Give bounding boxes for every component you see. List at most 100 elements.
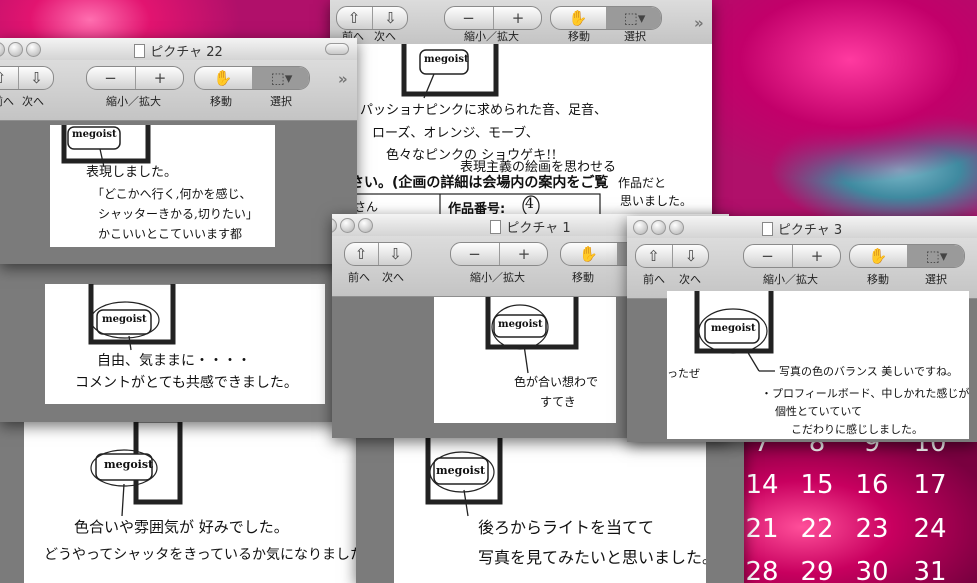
zoom-group: − +: [444, 6, 542, 30]
preview-window-3[interactable]: ピクチャ 3 ⇧ ⇩ 前へ 次へ − + 縮小／拡大 ✋ ⬚▾ 移動 選択 me…: [627, 216, 977, 442]
prev-next-group: ⇧ ⇩: [336, 6, 408, 30]
calendar-day[interactable]: 14: [742, 467, 782, 503]
overflow-chevron-icon[interactable]: »: [694, 14, 704, 32]
logo-text: megoist: [498, 319, 543, 330]
calendar-day[interactable]: 22: [797, 511, 837, 547]
calendar-day[interactable]: 24: [910, 511, 950, 547]
hand-icon: ✋: [579, 245, 598, 263]
handwritten-note: パッショナピンクに求められた音、足音、: [360, 103, 608, 118]
move-label: 移動: [210, 95, 232, 108]
tool-group: ✋ ⬚▾: [550, 6, 662, 30]
prev-button[interactable]: ⇧: [345, 243, 377, 265]
toolbar-toggle-button[interactable]: [325, 43, 349, 55]
calendar-day[interactable]: 31: [910, 554, 950, 583]
zoom-in-button[interactable]: +: [792, 245, 840, 267]
prev-next-group: ⇧ ⇩: [0, 66, 54, 90]
document-icon: [490, 220, 502, 234]
prev-button[interactable]: ⇧: [337, 7, 371, 29]
zoom-in-button[interactable]: +: [493, 7, 541, 29]
move-tool-button[interactable]: ✋: [561, 243, 616, 265]
select-label: 選択: [925, 273, 947, 286]
handwritten-note: 作品だと: [618, 176, 667, 190]
next-label: 次へ: [679, 273, 701, 286]
handwritten-note: 「どこかへ行く,何かを感じ、: [92, 187, 252, 201]
next-button[interactable]: ⇩: [372, 7, 407, 29]
move-label: 移動: [867, 273, 889, 286]
arrow-down-icon: ⇩: [30, 69, 43, 87]
image-area: megoist 後ろからライトを当てて 写真を見てみたいと思いました。: [356, 418, 744, 583]
handwritten-note: 自由、気ままに・・・・: [97, 353, 251, 369]
calendar-day[interactable]: 28: [742, 554, 782, 583]
zoom-label: 縮小／拡大: [763, 273, 818, 286]
next-button[interactable]: ⇩: [18, 67, 53, 89]
next-button[interactable]: ⇩: [378, 243, 411, 265]
move-tool-button[interactable]: ✋: [195, 67, 251, 89]
move-label: 移動: [568, 30, 590, 43]
tool-group: ✋ ⬚▾: [194, 66, 310, 90]
logo-text: megoist: [711, 323, 756, 334]
calendar-row: 14 15 16 17: [742, 467, 977, 503]
zoom-out-button[interactable]: −: [744, 245, 791, 267]
arrow-up-icon: ⇧: [0, 69, 6, 87]
calendar-day[interactable]: 17: [910, 467, 950, 503]
calendar-day[interactable]: 16: [852, 467, 892, 503]
zoom-out-button[interactable]: −: [87, 67, 134, 89]
preview-window-22[interactable]: ピクチャ 22 ⇧ ⇩ 前へ 次へ − + 縮小／拡大 ✋ ⬚▾ 移動 選択 »: [0, 38, 357, 264]
arrow-up-icon: ⇧: [647, 247, 660, 265]
calendar-row: 21 22 23 24: [742, 511, 977, 547]
move-tool-button[interactable]: ✋: [850, 245, 906, 267]
marquee-select-icon: ⬚▾: [270, 69, 293, 87]
comment-card-photo: megoist 色合いや雰囲気が 好みでした。 どうやってシャッタをきっているか…: [24, 420, 357, 583]
zoom-in-button[interactable]: +: [499, 243, 547, 265]
select-tool-button[interactable]: ⬚▾: [252, 67, 309, 89]
titlebar[interactable]: ピクチャ 3: [627, 216, 977, 239]
prev-button[interactable]: ⇧: [636, 245, 671, 267]
arrow-down-icon: ⇩: [389, 245, 402, 263]
image-area: megoist パッショナピンクに求められた音、足音、 ローズ、オレンジ、モーブ…: [330, 44, 712, 232]
calendar-widget: 7 8 9 10 14 15 16 17 21 22 23 24 28 29 3…: [742, 437, 977, 583]
zoom-in-button[interactable]: +: [135, 67, 183, 89]
preview-window-top[interactable]: ⇧ ⇩ 前へ 次へ − + 縮小／拡大 ✋ ⬚▾ 移動 選択 » megoist…: [330, 0, 712, 232]
printed-instruction: ださい。(企画の詳細は会場内の案内をご覧: [336, 175, 609, 191]
preview-window-middle-left[interactable]: megoist 自由、気ままに・・・・ コメントがとても共感できました。: [0, 264, 340, 422]
zoom-out-button[interactable]: −: [451, 243, 498, 265]
prev-label: 前へ: [348, 271, 370, 284]
card-drawing: [485, 297, 579, 374]
next-button[interactable]: ⇩: [672, 245, 708, 267]
handwritten-note: 写真の色のバランス 美しいですね。: [779, 365, 958, 378]
desktop: 7 8 9 10 14 15 16 17 21 22 23 24 28 29 3…: [0, 0, 977, 583]
select-tool-button[interactable]: ⬚▾: [606, 7, 661, 29]
window-title: ピクチャ 22: [0, 41, 357, 60]
comment-card-photo: megoist ったぜ 写真の色のバランス 美しいですね。 ・プロフィールボード…: [667, 291, 969, 439]
preview-window-bottom-middle[interactable]: megoist 後ろからライトを当てて 写真を見てみたいと思いました。: [356, 418, 744, 583]
handwritten-note: ローズ、オレンジ、モーブ、: [372, 126, 539, 141]
zoom-label: 縮小／拡大: [464, 30, 519, 43]
handwritten-note: 個性とていていて: [775, 405, 863, 418]
calendar-day[interactable]: 21: [742, 511, 782, 547]
window-title: ピクチャ 3: [627, 219, 977, 238]
calendar-day[interactable]: 23: [852, 511, 892, 547]
prev-next-group: ⇧ ⇩: [344, 242, 412, 266]
hand-icon: ✋: [568, 9, 588, 27]
next-label: 次へ: [374, 30, 396, 43]
image-area: megoist 表現しました。 「どこかへ行く,何かを感じ、 シャッターきかる,…: [0, 121, 357, 264]
overflow-chevron-icon[interactable]: »: [338, 70, 348, 88]
move-tool-button[interactable]: ✋: [551, 7, 605, 29]
toolbar: ⇧ ⇩ 前へ 次へ − + 縮小／拡大 ✋ ⬚▾ 移動 選択 »: [0, 60, 357, 121]
prev-button[interactable]: ⇧: [0, 67, 17, 89]
calendar-day[interactable]: 29: [797, 554, 837, 583]
toolbar: ⇧ ⇩ 前へ 次へ − + 縮小／拡大 ✋ ⬚▾ 移動 選択 »: [330, 0, 712, 45]
calendar-day[interactable]: 15: [797, 467, 837, 503]
calendar-day[interactable]: 30: [852, 554, 892, 583]
name-field-label: さん: [354, 200, 379, 214]
tool-group: ✋ ⬚▾: [849, 244, 965, 268]
zoom-group: − +: [86, 66, 184, 90]
handwritten-note: すてき: [540, 395, 576, 409]
preview-window-bottom-left[interactable]: megoist 色合いや雰囲気が 好みでした。 どうやってシャッタをきっているか…: [0, 418, 357, 583]
select-tool-button[interactable]: ⬚▾: [907, 245, 964, 267]
titlebar[interactable]: ピクチャ 22: [0, 38, 357, 61]
handwritten-note: コメントがとても共感できました。: [75, 375, 298, 391]
handwritten-note: 後ろからライトを当てて: [478, 518, 655, 537]
zoom-out-button[interactable]: −: [445, 7, 492, 29]
handwritten-note: シャッターきかる,切りたい」: [98, 207, 258, 221]
